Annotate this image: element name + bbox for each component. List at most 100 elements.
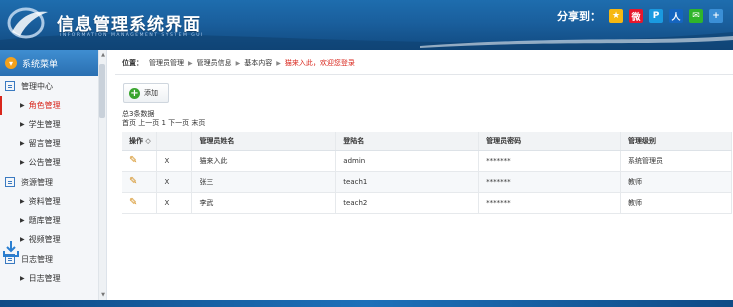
breadcrumb: 位置： 管理员管理 ▶ 管理员信息 ▶ 基本内容 ▶ 猫来入此，欢迎您登录 bbox=[122, 58, 355, 68]
cell-login: teach2 bbox=[335, 192, 480, 214]
main-content: 位置： 管理员管理 ▶ 管理员信息 ▶ 基本内容 ▶ 猫来入此，欢迎您登录 + … bbox=[115, 50, 733, 300]
cell-level: 系统管理员 bbox=[620, 150, 732, 172]
sidebar-item-announcements[interactable]: ▶ 公告管理 bbox=[0, 153, 106, 172]
chevron-down-icon: ▾ bbox=[5, 57, 17, 69]
app-title: 信息管理系统界面 bbox=[57, 15, 201, 35]
column-header-level: 管理级别 bbox=[620, 132, 732, 151]
table-row: ✎ X 李武 teach2 ******* 教师 bbox=[122, 192, 732, 214]
footer-bar bbox=[0, 300, 733, 307]
share-bar: 分享到： ★ 微 P 人 ✉ + bbox=[557, 8, 723, 24]
cell-name: 猫来入此 bbox=[191, 150, 337, 172]
logo-icon bbox=[7, 7, 48, 39]
sidebar-item-label: 日志管理 bbox=[28, 274, 61, 283]
pencil-icon[interactable]: ✎ bbox=[129, 197, 137, 208]
admin-table: 操作 ◇ 管理员姓名 登陆名 管理员密码 管理级别 ✎ X 猫来入此 admin… bbox=[122, 132, 732, 214]
sidebar-item-roles[interactable]: ▶ 角色管理 bbox=[0, 96, 106, 115]
breadcrumb-label: 位置： bbox=[122, 59, 143, 67]
plus-icon: + bbox=[129, 87, 140, 99]
wechat-icon[interactable]: ✉ bbox=[689, 9, 703, 23]
sidebar-header[interactable]: ▾ 系统菜单 bbox=[0, 50, 106, 76]
list-icon bbox=[5, 81, 15, 91]
edit-cell[interactable]: ✎ bbox=[122, 150, 158, 172]
sidebar-item-materials[interactable]: ▶ 资料管理 bbox=[0, 192, 106, 211]
cell-name: 李武 bbox=[191, 192, 337, 214]
sidebar-group-resources[interactable]: 资源管理 bbox=[0, 172, 106, 192]
caret-right-icon: ▶ bbox=[20, 217, 25, 224]
sidebar-group-management[interactable]: 管理中心 bbox=[0, 76, 106, 96]
table-row: ✎ X 猫来入此 admin ******* 系统管理员 bbox=[122, 150, 732, 172]
breadcrumb-separator-icon: ▶ bbox=[235, 59, 241, 67]
add-button[interactable]: + 添加 bbox=[123, 83, 169, 103]
sidebar-group-label: 资源管理 bbox=[21, 177, 53, 187]
renren-icon[interactable]: 人 bbox=[669, 9, 683, 23]
sidebar-title: 系统菜单 bbox=[22, 59, 59, 70]
record-count: 总3条数据 bbox=[122, 110, 155, 118]
sidebar-item-label: 学生管理 bbox=[28, 120, 61, 129]
sidebar-item-question-bank[interactable]: ▶ 题库管理 bbox=[0, 211, 106, 230]
breadcrumb-separator-icon: ▶ bbox=[276, 59, 281, 67]
sidebar-item-label: 公告管理 bbox=[28, 158, 61, 167]
share-label: 分享到： bbox=[557, 10, 601, 23]
breadcrumb-item[interactable]: 管理员信息 bbox=[197, 58, 232, 68]
app-subtitle: INFORMATION MANAGEMENT SYSTEM GUI bbox=[60, 33, 204, 38]
cell-level: 教师 bbox=[620, 171, 732, 193]
sidebar-item-label: 资料管理 bbox=[28, 197, 61, 206]
scroll-up-icon[interactable]: ▲ bbox=[99, 52, 107, 58]
caret-right-icon: ▶ bbox=[20, 121, 25, 128]
sidebar-group-label: 日志管理 bbox=[21, 254, 53, 264]
more-share-icon[interactable]: + bbox=[709, 9, 723, 23]
table-row: ✎ X 张三 teach1 ******* 教师 bbox=[122, 171, 732, 193]
pagination-nav[interactable]: 首页 上一页 1 下一页 末页 bbox=[122, 119, 205, 128]
caret-right-icon: ▶ bbox=[20, 236, 25, 243]
sidebar-item-students[interactable]: ▶ 学生管理 bbox=[0, 115, 106, 134]
pagination: 总3条数据 首页 上一页 1 下一页 末页 bbox=[122, 110, 205, 128]
download-icon[interactable] bbox=[2, 240, 20, 258]
cell-password: ******* bbox=[478, 150, 622, 172]
qzone-icon[interactable]: ★ bbox=[609, 9, 623, 23]
sidebar: ▾ 系统菜单 管理中心 ▶ 角色管理 ▶ 学生管理 ▶ 留言管理 ▶ 公告管理 … bbox=[0, 50, 107, 300]
header: 信息管理系统界面 INFORMATION MANAGEMENT SYSTEM G… bbox=[0, 0, 733, 50]
breadcrumb-item[interactable]: 基本内容 bbox=[244, 58, 272, 68]
sidebar-scrollbar-thumb[interactable] bbox=[99, 64, 105, 118]
cell-password: ******* bbox=[478, 171, 622, 193]
divider bbox=[115, 74, 733, 75]
sidebar-group-label: 管理中心 bbox=[21, 81, 53, 91]
pencil-icon[interactable]: ✎ bbox=[129, 155, 137, 166]
scroll-down-icon[interactable]: ▼ bbox=[99, 292, 107, 298]
caret-right-icon: ▶ bbox=[20, 159, 25, 166]
caret-right-icon: ▶ bbox=[20, 140, 25, 147]
cell-login: admin bbox=[335, 150, 480, 172]
caret-right-icon: ▶ bbox=[20, 102, 25, 109]
sidebar-item-label: 留言管理 bbox=[28, 139, 61, 148]
sidebar-item-label: 视频管理 bbox=[28, 235, 61, 244]
delete-button[interactable]: X bbox=[156, 192, 193, 214]
pencil-icon[interactable]: ✎ bbox=[129, 176, 137, 187]
cell-password: ******* bbox=[478, 192, 622, 214]
delete-button[interactable]: X bbox=[156, 171, 193, 193]
caret-right-icon: ▶ bbox=[20, 198, 25, 205]
sidebar-item-label: 角色管理 bbox=[28, 101, 61, 110]
tencent-weibo-icon[interactable]: P bbox=[649, 9, 663, 23]
column-header-login: 登陆名 bbox=[335, 132, 480, 151]
table-header-row: 操作 ◇ 管理员姓名 登陆名 管理员密码 管理级别 bbox=[122, 132, 732, 151]
column-header-actions[interactable]: 操作 ◇ bbox=[122, 132, 158, 151]
sidebar-scrollbar[interactable]: ▲ ▼ bbox=[98, 50, 106, 300]
column-header-delete bbox=[156, 132, 193, 151]
breadcrumb-item[interactable]: 管理员管理 bbox=[149, 58, 184, 68]
cell-level: 教师 bbox=[620, 192, 732, 214]
sidebar-item-label: 题库管理 bbox=[28, 216, 61, 225]
cell-login: teach1 bbox=[335, 171, 480, 193]
weibo-icon[interactable]: 微 bbox=[629, 9, 643, 23]
column-header-password: 管理员密码 bbox=[478, 132, 622, 151]
breadcrumb-separator-icon: ▶ bbox=[188, 59, 193, 67]
breadcrumb-current: 猫来入此，欢迎您登录 bbox=[284, 59, 355, 67]
delete-button[interactable]: X bbox=[156, 150, 193, 172]
edit-cell[interactable]: ✎ bbox=[122, 192, 158, 214]
column-header-name: 管理员姓名 bbox=[191, 132, 337, 151]
list-icon bbox=[5, 177, 15, 187]
edit-cell[interactable]: ✎ bbox=[122, 171, 158, 193]
cell-name: 张三 bbox=[191, 171, 337, 193]
sidebar-item-log-management[interactable]: ▶ 日志管理 bbox=[0, 269, 106, 288]
sidebar-item-messages[interactable]: ▶ 留言管理 bbox=[0, 134, 106, 153]
caret-right-icon: ▶ bbox=[20, 275, 25, 282]
